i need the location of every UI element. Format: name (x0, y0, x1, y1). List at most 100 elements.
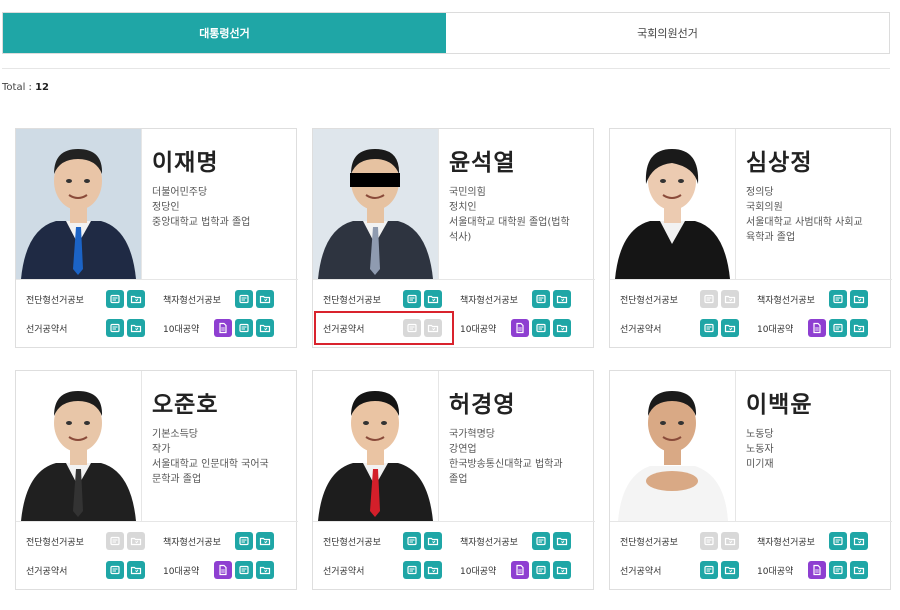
view-icon[interactable] (403, 532, 421, 550)
document-links: 전단형선거공보 책자형선거공보 선거공약서 10대공약 (610, 521, 892, 591)
top10-pledge-label: 10대공약 (757, 566, 794, 577)
candidate-info-line: 국가혁명당 (449, 429, 495, 440)
pledge-book-label: 선거공약서 (26, 566, 68, 577)
candidate-info-line: 육학과 졸업 (746, 232, 796, 243)
document-icon[interactable] (214, 561, 232, 579)
view-icon[interactable] (106, 319, 124, 337)
divider (2, 68, 890, 69)
candidate-info-line: 작가 (152, 444, 171, 455)
view-icon[interactable] (700, 319, 718, 337)
view-icon[interactable] (106, 290, 124, 308)
view-icon[interactable] (532, 290, 550, 308)
download-icon[interactable] (553, 532, 571, 550)
candidate-photo (313, 371, 438, 521)
candidate-name: 허경영 (449, 392, 516, 418)
download-icon[interactable] (424, 290, 442, 308)
candidate-info-line: 중앙대학교 법학과 졸업 (152, 217, 251, 228)
download-icon[interactable] (850, 319, 868, 337)
pledge-book-label: 선거공약서 (620, 566, 662, 577)
candidate-photo (16, 129, 141, 279)
view-icon[interactable] (532, 532, 550, 550)
view-icon[interactable] (829, 561, 847, 579)
candidate-info-line: 강연업 (449, 444, 477, 455)
view-icon[interactable] (700, 561, 718, 579)
candidate-info: 이재명 더불어민주당 정당인 중앙대학교 법학과 졸업 (141, 129, 298, 279)
doc-row: 전단형선거공보 책자형선거공보 (26, 530, 274, 552)
download-icon[interactable] (256, 561, 274, 579)
candidate-card: 이재명 더불어민주당 정당인 중앙대학교 법학과 졸업 전단형선거공보 책자형선거공보 선거… (15, 128, 298, 349)
download-icon[interactable] (256, 319, 274, 337)
document-icon[interactable] (808, 319, 826, 337)
candidate-info-line: 석사) (449, 232, 472, 243)
document-links: 전단형선거공보 책자형선거공보 선거공약서 10대공약 (610, 279, 892, 349)
document-icon[interactable] (511, 319, 529, 337)
doc-row: 선거공약서 10대공약 (620, 317, 868, 339)
view-icon[interactable] (235, 290, 253, 308)
document-icon[interactable] (808, 561, 826, 579)
booklet-pledge-label: 책자형선거공보 (757, 295, 815, 306)
view-icon (700, 290, 718, 308)
doc-row: 전단형선거공보 책자형선거공보 (26, 288, 274, 310)
view-icon[interactable] (829, 319, 847, 337)
download-icon[interactable] (424, 561, 442, 579)
total-number: 12 (35, 82, 50, 93)
view-icon[interactable] (403, 290, 421, 308)
download-icon[interactable] (127, 561, 145, 579)
candidate-info: 심상정 정의당 국회의원 서울대학교 사범대학 사회교 육학과 졸업 (735, 129, 892, 279)
download-icon[interactable] (424, 532, 442, 550)
view-icon[interactable] (235, 532, 253, 550)
candidate-info-line: 졸업 (449, 474, 468, 485)
candidate-info-line: 한국방송통신대학교 법학과 (449, 459, 563, 470)
view-icon[interactable] (829, 532, 847, 550)
download-icon[interactable] (256, 532, 274, 550)
document-icon[interactable] (511, 561, 529, 579)
short-pledge-label: 전단형선거공보 (26, 295, 84, 306)
candidate-name: 윤석열 (449, 150, 516, 176)
document-links: 전단형선거공보 책자형선거공보 선거공약서 10대공약 (16, 279, 298, 349)
download-icon[interactable] (553, 319, 571, 337)
candidate-card: 오준호 기본소득당 작가 서울대학교 인문대학 국어국 문학과 졸업 전단형선거공보 책자형… (15, 370, 298, 590)
view-icon[interactable] (532, 319, 550, 337)
total-count: Total : 12 (2, 82, 49, 93)
download-icon[interactable] (127, 319, 145, 337)
view-icon[interactable] (235, 561, 253, 579)
download-icon[interactable] (256, 290, 274, 308)
view-icon[interactable] (235, 319, 253, 337)
view-icon[interactable] (403, 561, 421, 579)
download-icon[interactable] (127, 290, 145, 308)
download-icon[interactable] (553, 561, 571, 579)
view-icon[interactable] (106, 561, 124, 579)
download-icon (127, 532, 145, 550)
tab-presidential-election[interactable]: 대통령선거 (3, 13, 446, 53)
booklet-pledge-label: 책자형선거공보 (757, 537, 815, 548)
candidate-info-line: 국민의힘 (449, 187, 486, 198)
download-icon[interactable] (850, 561, 868, 579)
top10-pledge-label: 10대공약 (460, 566, 497, 577)
candidate-photo (610, 371, 735, 521)
tab-national-assembly-election[interactable]: 국회의원선거 (446, 13, 889, 53)
document-links: 전단형선거공보 책자형선거공보 선거공약서 10대공약 (313, 521, 595, 591)
candidate-info-line: 노동자 (746, 444, 774, 455)
view-icon (700, 532, 718, 550)
view-icon (106, 532, 124, 550)
document-icon[interactable] (214, 319, 232, 337)
candidate-info-line: 정당인 (152, 202, 180, 213)
view-icon[interactable] (532, 561, 550, 579)
total-label: Total : (2, 82, 32, 93)
download-icon (721, 290, 739, 308)
candidate-info-line: 서울대학교 인문대학 국어국 (152, 459, 269, 470)
download-icon[interactable] (721, 319, 739, 337)
candidate-info: 허경영국가혁명당강연업한국방송통신대학교 법학과졸업 (438, 371, 595, 521)
view-icon[interactable] (829, 290, 847, 308)
download-icon[interactable] (850, 532, 868, 550)
short-pledge-label: 전단형선거공보 (323, 295, 381, 306)
candidate-info-line: 정치인 (449, 202, 477, 213)
download-icon[interactable] (721, 561, 739, 579)
candidate-name: 이재명 (152, 150, 219, 176)
candidate-info-line: 기본소득당 (152, 429, 198, 440)
download-icon[interactable] (553, 290, 571, 308)
doc-row: 전단형선거공보 책자형선거공보 (323, 288, 571, 310)
booklet-pledge-label: 책자형선거공보 (163, 295, 221, 306)
candidate-info-line: 문학과 졸업 (152, 474, 202, 485)
download-icon[interactable] (850, 290, 868, 308)
